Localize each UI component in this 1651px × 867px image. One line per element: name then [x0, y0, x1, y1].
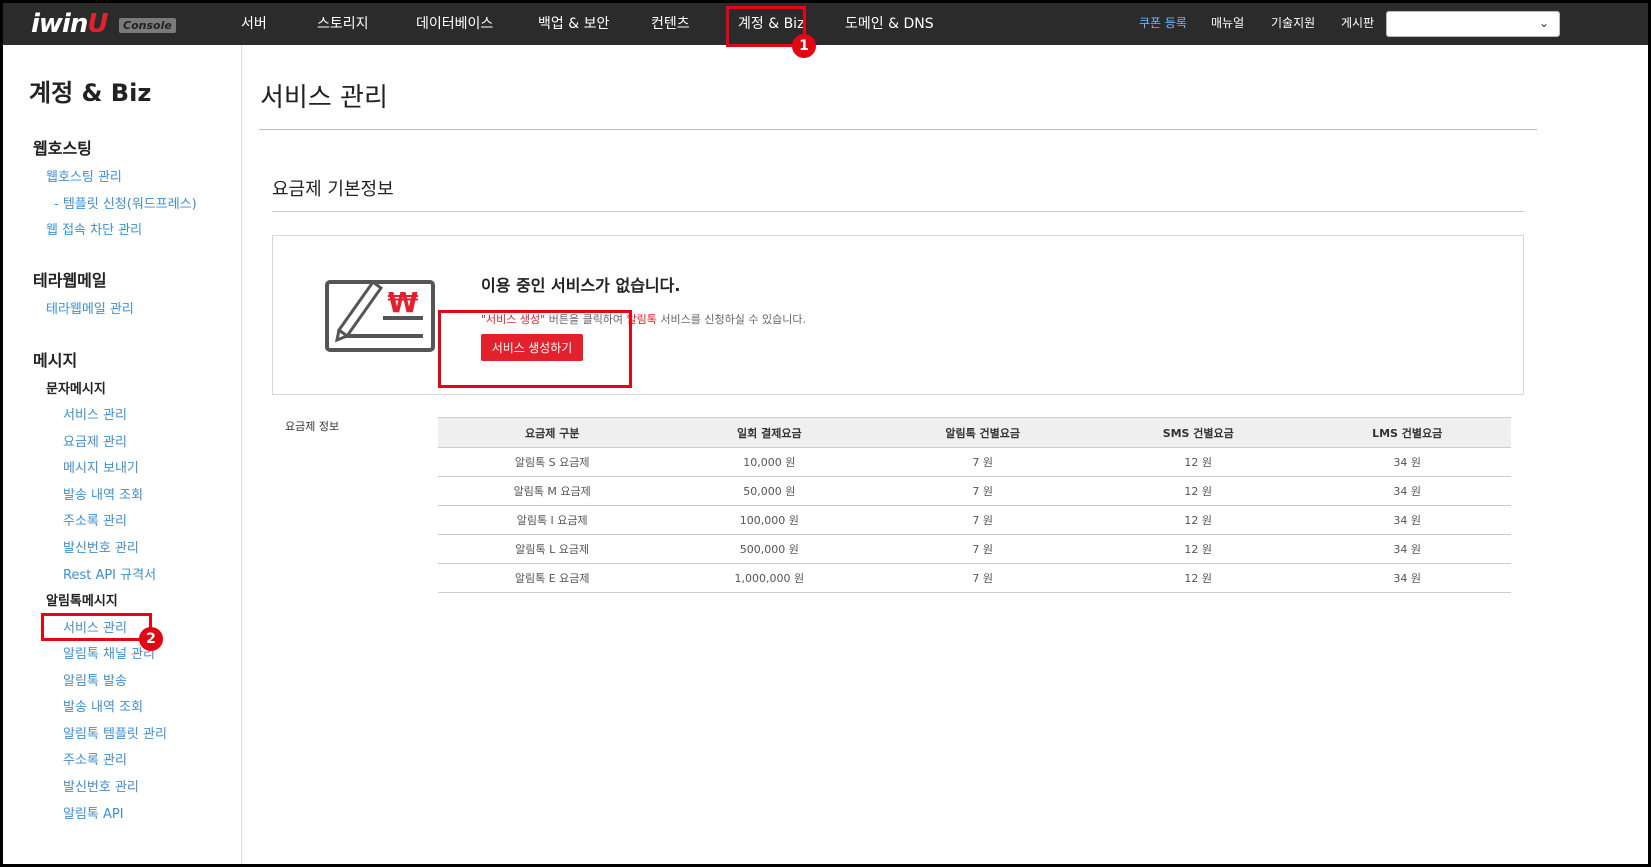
table-cell: 10,000 원 — [666, 447, 873, 477]
table-cell: 알림톡 M 요금제 — [438, 476, 667, 506]
table-cell: 34 원 — [1303, 534, 1511, 564]
sidebar-item-alim-history[interactable]: 발송 내역 조회 — [63, 696, 143, 715]
table-cell: 1,000,000 원 — [666, 563, 873, 593]
table-cell: 7 원 — [872, 534, 1094, 564]
plan-info-label: 요금제 정보 — [285, 420, 340, 433]
empty-service-panel: ₩ 이용 중인 서비스가 없습니다. "서비스 생성" 버튼을 클릭하여 알림톡… — [272, 235, 1524, 395]
coupon-register-link[interactable]: 쿠폰 등록 — [1139, 3, 1187, 45]
account-select[interactable]: ⌄ — [1386, 11, 1560, 37]
table-cell: 34 원 — [1303, 447, 1511, 477]
app-window: iwinU Console 서버 스토리지 데이터베이스 백업 & 보안 컨텐츠… — [0, 0, 1651, 867]
logo-mark: U — [87, 9, 108, 39]
table-cell: 12 원 — [1093, 447, 1304, 477]
table-row: 알림톡 I 요금제 100,000 원 7 원 12 원 34 원 — [438, 505, 1511, 535]
page-title: 서비스 관리 — [260, 83, 388, 113]
tech-support-link[interactable]: 기술지원 — [1271, 3, 1315, 45]
empty-description: "서비스 생성" 버튼을 클릭하여 알림톡 서비스를 신청하실 수 있습니다. — [481, 311, 806, 327]
sidebar-subsection-sms: 문자메시지 — [46, 382, 106, 397]
plan-table: 요금제 구분 일회 결제요금 알림톡 건별요금 SMS 건별요금 LMS 건별요… — [438, 417, 1511, 593]
sidebar-item-sms-history[interactable]: 발송 내역 조회 — [63, 484, 143, 503]
board-link[interactable]: 게시판 — [1341, 3, 1374, 45]
table-row: 알림톡 E 요금제 1,000,000 원 7 원 12 원 34 원 — [438, 563, 1511, 593]
nav-database[interactable]: 데이터베이스 — [416, 3, 493, 45]
sidebar-item-alim-sender[interactable]: 발신번호 관리 — [63, 776, 139, 795]
table-row: 알림톡 M 요금제 50,000 원 7 원 12 원 34 원 — [438, 476, 1511, 506]
nav-domain-dns[interactable]: 도메인 & DNS — [845, 3, 934, 45]
sidebar-item-alim-api[interactable]: 알림톡 API — [63, 803, 124, 822]
sidebar-section-webhosting: 웹호스팅 — [33, 139, 92, 158]
table-cell: 알림톡 E 요금제 — [438, 563, 667, 593]
table-cell: 12 원 — [1093, 563, 1304, 593]
sidebar-item-template-request[interactable]: - 템플릿 신청(워드프레스) — [54, 193, 197, 212]
nav-server[interactable]: 서버 — [241, 3, 267, 45]
desc-text-1: 버튼을 클릭하여 — [545, 313, 627, 326]
table-cell: 7 원 — [872, 563, 1094, 593]
sidebar-item-alim-send[interactable]: 알림톡 발송 — [63, 670, 127, 689]
manual-link[interactable]: 매뉴얼 — [1211, 3, 1244, 45]
sidebar-section-message: 메시지 — [33, 351, 78, 370]
sidebar-title: 계정 & Biz — [29, 79, 152, 107]
create-service-button[interactable]: 서비스 생성하기 — [481, 334, 583, 361]
table-cell: 7 원 — [872, 447, 1094, 477]
table-cell: 알림톡 L 요금제 — [438, 534, 667, 564]
svg-text:₩: ₩ — [388, 286, 419, 319]
desc-alimtalk: 알림톡 — [626, 313, 657, 326]
table-cell: 12 원 — [1093, 505, 1304, 535]
sidebar: 계정 & Biz 웹호스팅 웹호스팅 관리 - 템플릿 신청(워드프레스) 웹 … — [6, 45, 242, 864]
table-cell: 알림톡 S 요금제 — [438, 447, 667, 477]
console-tag: Console — [119, 18, 176, 33]
nav-backup-security[interactable]: 백업 & 보안 — [538, 3, 609, 45]
sidebar-item-web-block[interactable]: 웹 접속 차단 관리 — [46, 219, 142, 238]
sidebar-item-sms-service[interactable]: 서비스 관리 — [63, 404, 127, 423]
top-nav: iwinU Console 서버 스토리지 데이터베이스 백업 & 보안 컨텐츠… — [3, 3, 1648, 45]
nav-contents[interactable]: 컨텐츠 — [651, 3, 690, 45]
sidebar-item-sms-send[interactable]: 메시지 보내기 — [63, 457, 139, 476]
table-cell: 7 원 — [872, 505, 1094, 535]
sidebar-item-sms-plan[interactable]: 요금제 관리 — [63, 431, 127, 450]
section-divider — [272, 211, 1524, 212]
sidebar-item-sms-api[interactable]: Rest API 규격서 — [63, 564, 156, 583]
won-card-icon: ₩ — [325, 279, 435, 352]
chevron-down-icon: ⌄ — [1538, 16, 1549, 30]
col-sms-fee: SMS 건별요금 — [1093, 417, 1304, 448]
col-one-time-fee: 일회 결제요금 — [666, 417, 873, 448]
table-row: 알림톡 S 요금제 10,000 원 7 원 12 원 34 원 — [438, 447, 1511, 477]
sidebar-item-terramail-manage[interactable]: 테라웹메일 관리 — [46, 298, 134, 317]
sidebar-item-alim-service[interactable]: 서비스 관리 — [63, 617, 127, 636]
col-alimtalk-fee: 알림톡 건별요금 — [872, 417, 1094, 448]
sidebar-section-terramail: 테라웹메일 — [33, 271, 107, 290]
annotation-badge-2: 2 — [139, 627, 163, 651]
desc-service-create: "서비스 생성" — [481, 313, 546, 326]
table-header-row: 요금제 구분 일회 결제요금 알림톡 건별요금 SMS 건별요금 LMS 건별요… — [438, 417, 1511, 448]
col-plan-type: 요금제 구분 — [438, 417, 667, 448]
table-cell: 100,000 원 — [666, 505, 873, 535]
sidebar-item-sms-sender[interactable]: 발신번호 관리 — [63, 537, 139, 556]
table-cell: 12 원 — [1093, 534, 1304, 564]
section-title: 요금제 기본정보 — [272, 179, 394, 200]
col-lms-fee: LMS 건별요금 — [1303, 417, 1511, 448]
nav-storage[interactable]: 스토리지 — [317, 3, 369, 45]
table-cell: 34 원 — [1303, 505, 1511, 535]
sidebar-item-alim-template[interactable]: 알림톡 템플릿 관리 — [63, 723, 167, 742]
table-cell: 500,000 원 — [666, 534, 873, 564]
table-cell: 12 원 — [1093, 476, 1304, 506]
table-cell: 34 원 — [1303, 476, 1511, 506]
sidebar-item-alim-addressbook[interactable]: 주소록 관리 — [63, 749, 127, 768]
empty-heading: 이용 중인 서비스가 없습니다. — [481, 276, 681, 295]
main-content: 서비스 관리 요금제 기본정보 ₩ 이용 중인 서비스가 없습니다. "서비스 … — [243, 45, 1648, 864]
sidebar-item-webhosting-manage[interactable]: 웹호스팅 관리 — [46, 166, 122, 185]
logo[interactable]: iwinU — [31, 9, 108, 39]
sidebar-item-sms-addressbook[interactable]: 주소록 관리 — [63, 510, 127, 529]
table-cell: 7 원 — [872, 476, 1094, 506]
table-cell: 50,000 원 — [666, 476, 873, 506]
table-cell: 알림톡 I 요금제 — [438, 505, 667, 535]
title-divider — [259, 129, 1537, 130]
sidebar-subsection-alimtalk: 알림톡메시지 — [46, 594, 118, 609]
table-cell: 34 원 — [1303, 563, 1511, 593]
desc-text-2: 서비스를 신청하실 수 있습니다. — [656, 313, 806, 326]
logo-text: iwin — [31, 9, 88, 39]
table-row: 알림톡 L 요금제 500,000 원 7 원 12 원 34 원 — [438, 534, 1511, 564]
